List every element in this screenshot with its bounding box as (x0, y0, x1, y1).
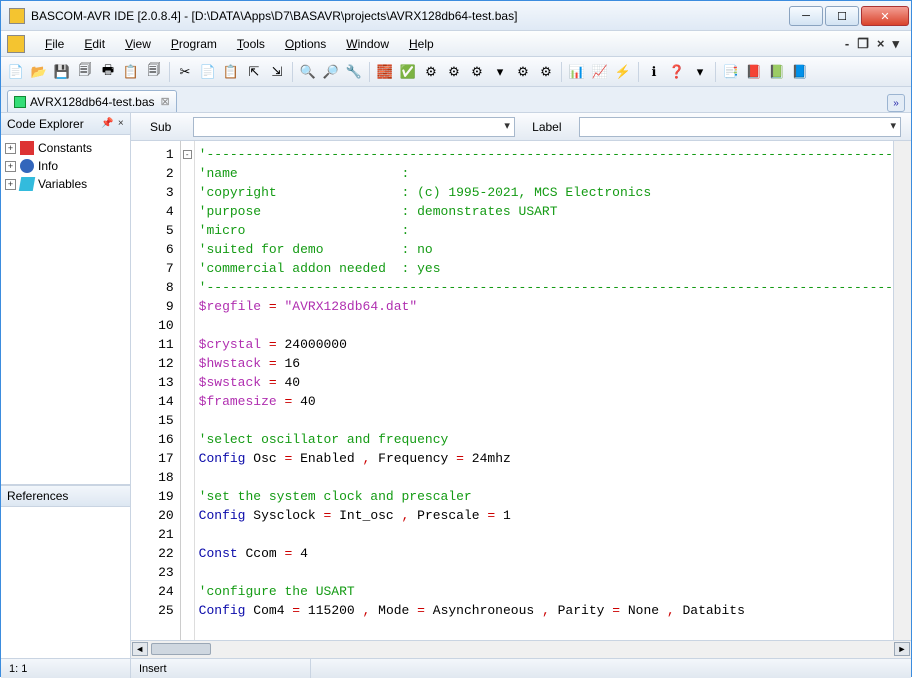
code-area[interactable]: '---------------------------------------… (195, 141, 893, 640)
sub-label: Sub (141, 120, 181, 134)
horizontal-scrollbar[interactable]: ◄► (131, 640, 911, 658)
toolbar-btn-36[interactable]: 📕 (743, 61, 765, 83)
toolbar-chevron-icon[interactable]: ▾ (890, 36, 901, 52)
references-title: References (1, 485, 130, 507)
toolbar-btn-1[interactable]: 📂 (28, 61, 50, 83)
toolbar-btn-33[interactable]: ▾ (689, 61, 711, 83)
title-bar: BASCOM-AVR IDE [2.0.8.4] - [D:\DATA\Apps… (1, 1, 911, 31)
code-editor[interactable]: 1234567891011121314151617181920212223242… (131, 141, 911, 640)
toolbar-btn-24[interactable]: ⚙ (512, 61, 534, 83)
file-tabs: AVRX128db64-test.bas ⊠ » (1, 87, 911, 113)
toolbar-btn-14[interactable]: 🔍 (297, 61, 319, 83)
tree-node-variables[interactable]: +Variables (5, 175, 126, 193)
toolbar-btn-19[interactable]: ✅ (397, 61, 419, 83)
pin-icon[interactable]: 📌 (101, 118, 113, 129)
toolbar-btn-23[interactable]: ▾ (489, 61, 511, 83)
toolbar: 📄📂💾🗐🖶📋🗐✂📄📋⇱⇲🔍🔎🔧🧱✅⚙⚙⚙▾⚙⚙📊📈⚡ℹ❓▾📑📕📗📘 (1, 57, 911, 87)
toolbar-btn-3[interactable]: 🗐 (74, 61, 96, 83)
fold-column[interactable]: - (181, 141, 195, 640)
toolbar-btn-27[interactable]: 📊 (566, 61, 588, 83)
toolbar-btn-0[interactable]: 📄 (5, 61, 27, 83)
toolbar-btn-5[interactable]: 📋 (120, 61, 142, 83)
tree-node-info[interactable]: +Info (5, 157, 126, 175)
toolbar-btn-38[interactable]: 📘 (789, 61, 811, 83)
toolbar-btn-4[interactable]: 🖶 (97, 61, 119, 83)
toolbar-btn-25[interactable]: ⚙ (535, 61, 557, 83)
tree-node-constants[interactable]: +Constants (5, 139, 126, 157)
app-icon-small (7, 35, 25, 53)
references-panel (1, 507, 130, 658)
sub-combo[interactable] (193, 117, 515, 137)
toolbar-btn-9[interactable]: 📄 (197, 61, 219, 83)
file-tab-label: AVRX128db64-test.bas (30, 95, 155, 109)
label-label: Label (527, 120, 567, 134)
toolbar-btn-22[interactable]: ⚙ (466, 61, 488, 83)
menu-view[interactable]: View (115, 35, 161, 53)
code-explorer-tree[interactable]: +Constants+Info+Variables (1, 135, 130, 485)
menu-help[interactable]: Help (399, 35, 444, 53)
toolbar-btn-6[interactable]: 🗐 (143, 61, 165, 83)
tab-close-icon[interactable]: ⊠ (161, 95, 170, 108)
menu-window[interactable]: Window (336, 35, 399, 53)
cursor-position: 1: 1 (1, 659, 131, 678)
close-button[interactable]: ✕ (861, 6, 909, 26)
label-combo[interactable] (579, 117, 901, 137)
tabs-chevron-icon[interactable]: » (887, 94, 905, 112)
file-icon (14, 96, 26, 108)
toolbar-btn-32[interactable]: ❓ (666, 61, 688, 83)
mdi-minimize-icon[interactable]: - (843, 36, 851, 52)
toolbar-btn-8[interactable]: ✂ (174, 61, 196, 83)
toolbar-btn-29[interactable]: ⚡ (612, 61, 634, 83)
toolbar-btn-12[interactable]: ⇲ (266, 61, 288, 83)
sub-label-bar: Sub Label (131, 113, 911, 141)
menu-tools[interactable]: Tools (227, 35, 275, 53)
toolbar-btn-10[interactable]: 📋 (220, 61, 242, 83)
status-bar: 1: 1 Insert (1, 658, 911, 678)
app-icon (9, 8, 25, 24)
line-gutter: 1234567891011121314151617181920212223242… (131, 141, 181, 640)
file-tab[interactable]: AVRX128db64-test.bas ⊠ (7, 90, 177, 112)
window-title: BASCOM-AVR IDE [2.0.8.4] - [D:\DATA\Apps… (31, 9, 789, 23)
toolbar-btn-28[interactable]: 📈 (589, 61, 611, 83)
toolbar-btn-18[interactable]: 🧱 (374, 61, 396, 83)
maximize-button[interactable]: ☐ (825, 6, 859, 26)
mdi-restore-icon[interactable]: ❐ (855, 36, 871, 52)
toolbar-btn-31[interactable]: ℹ (643, 61, 665, 83)
menu-bar: FileEditViewProgramToolsOptionsWindowHel… (1, 31, 911, 57)
toolbar-btn-35[interactable]: 📑 (720, 61, 742, 83)
toolbar-btn-15[interactable]: 🔎 (320, 61, 342, 83)
toolbar-btn-11[interactable]: ⇱ (243, 61, 265, 83)
menu-options[interactable]: Options (275, 35, 336, 53)
menu-file[interactable]: File (35, 35, 74, 53)
toolbar-btn-2[interactable]: 💾 (51, 61, 73, 83)
toolbar-btn-21[interactable]: ⚙ (443, 61, 465, 83)
toolbar-btn-16[interactable]: 🔧 (343, 61, 365, 83)
vertical-scrollbar[interactable] (893, 141, 911, 640)
toolbar-btn-20[interactable]: ⚙ (420, 61, 442, 83)
toolbar-btn-37[interactable]: 📗 (766, 61, 788, 83)
menu-program[interactable]: Program (161, 35, 227, 53)
code-explorer-title: Code Explorer 📌× (1, 113, 130, 135)
panel-close-icon[interactable]: × (118, 118, 124, 129)
insert-mode: Insert (131, 659, 311, 678)
menu-edit[interactable]: Edit (74, 35, 115, 53)
mdi-close-icon[interactable]: × (875, 36, 887, 52)
minimize-button[interactable]: ─ (789, 6, 823, 26)
